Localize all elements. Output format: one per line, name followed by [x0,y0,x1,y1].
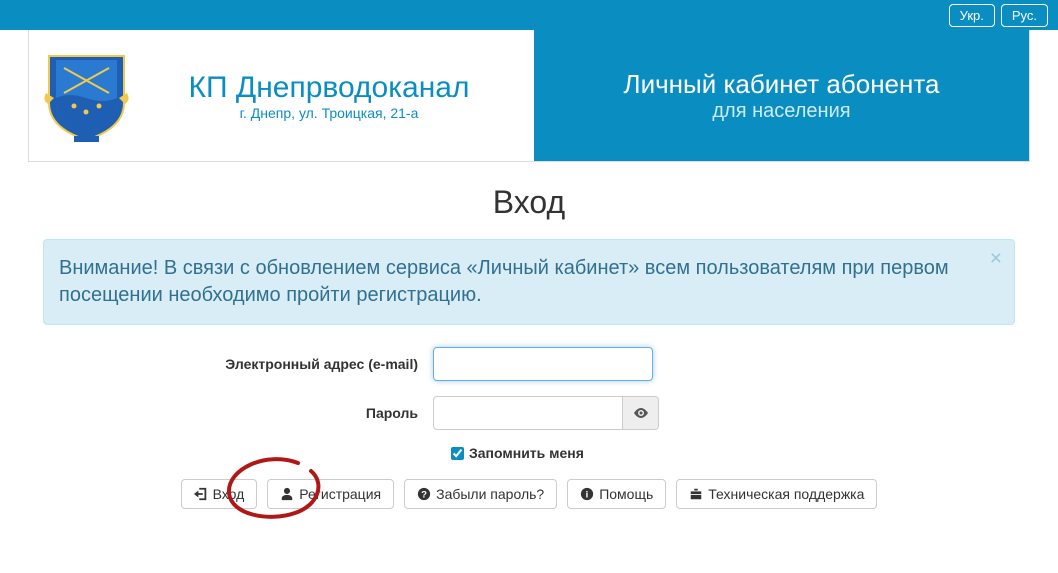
info-alert: Внимание! В связи с обновлением сервиса … [43,239,1015,325]
password-input[interactable] [433,396,623,430]
user-icon [280,487,294,501]
lang-ukr-button[interactable]: Укр. [949,4,995,27]
company-address: г. Днепр, ул. Троицкая, 21-а [139,105,519,121]
email-label: Электронный адрес (e-mail) [43,356,433,372]
top-bar: Укр. Рус. [0,0,1058,30]
help-button-label: Помощь [599,486,653,502]
header-right: Личный кабинет абонента для населения [534,30,1029,161]
svg-text:i: i [586,490,589,501]
cabinet-title: Личный кабинет абонента [624,69,940,100]
toggle-password-button[interactable] [623,396,659,430]
svg-text:?: ? [421,490,427,501]
briefcase-icon [689,487,703,501]
lang-rus-button[interactable]: Рус. [1001,4,1048,27]
close-icon: × [990,247,1002,270]
support-button-label: Техническая поддержка [708,486,864,502]
password-label: Пароль [43,405,433,421]
register-button-label: Регистрация [299,486,381,502]
page-title: Вход [43,184,1015,221]
forgot-password-button[interactable]: ? Забыли пароль? [404,479,557,509]
company-logo [44,48,129,143]
email-input[interactable] [433,347,653,381]
signin-icon [194,487,208,501]
main-container: Вход Внимание! В связи с обновлением сер… [28,184,1030,509]
cabinet-subtitle: для населения [712,100,850,123]
password-input-group [433,396,659,430]
remember-checkbox[interactable] [451,447,464,460]
register-button[interactable]: Регистрация [267,479,394,509]
login-button[interactable]: Вход [181,479,258,509]
email-row: Электронный адрес (e-mail) [43,347,1015,381]
button-row: Вход Регистрация ? Забыли пароль? i Помо… [43,479,1015,509]
remember-label: Запомнить меня [469,445,584,461]
alert-close-button[interactable]: × [990,248,1002,269]
header-left: КП Днепрводоканал г. Днепр, ул. Троицкая… [29,30,534,161]
login-button-label: Вход [213,486,245,502]
remember-row: Запомнить меня [43,445,1015,461]
company-info: КП Днепрводоканал г. Днепр, ул. Троицкая… [139,71,519,121]
help-button[interactable]: i Помощь [567,479,666,509]
forgot-button-label: Забыли пароль? [436,486,544,502]
question-icon: ? [417,487,431,501]
eye-icon [633,405,649,421]
company-title: КП Днепрводоканал [139,71,519,105]
header: КП Днепрводоканал г. Днепр, ул. Троицкая… [28,30,1030,162]
info-icon: i [580,487,594,501]
password-row: Пароль [43,396,1015,430]
alert-text: Внимание! В связи с обновлением сервиса … [59,257,949,306]
support-button[interactable]: Техническая поддержка [676,479,877,509]
